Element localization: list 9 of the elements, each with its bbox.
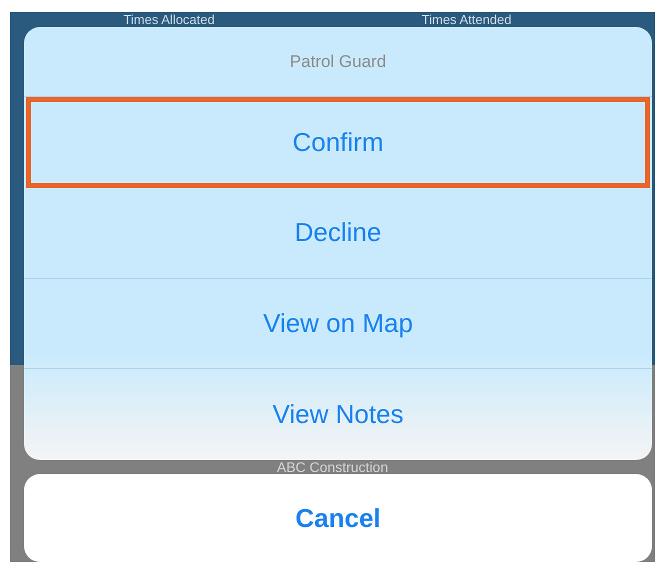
column-header: Times Attended xyxy=(422,12,512,27)
action-button[interactable]: Decline xyxy=(24,188,652,279)
sheet-title: Patrol Guard xyxy=(24,27,652,97)
action-button[interactable]: View Notes xyxy=(24,369,652,460)
action-button[interactable]: Confirm xyxy=(26,96,650,188)
column-header: Times Allocated xyxy=(123,12,215,27)
company-name: ABC Construction xyxy=(276,460,388,474)
action-button[interactable]: View on Map xyxy=(24,278,652,370)
cancel-button[interactable]: Cancel xyxy=(24,474,652,562)
